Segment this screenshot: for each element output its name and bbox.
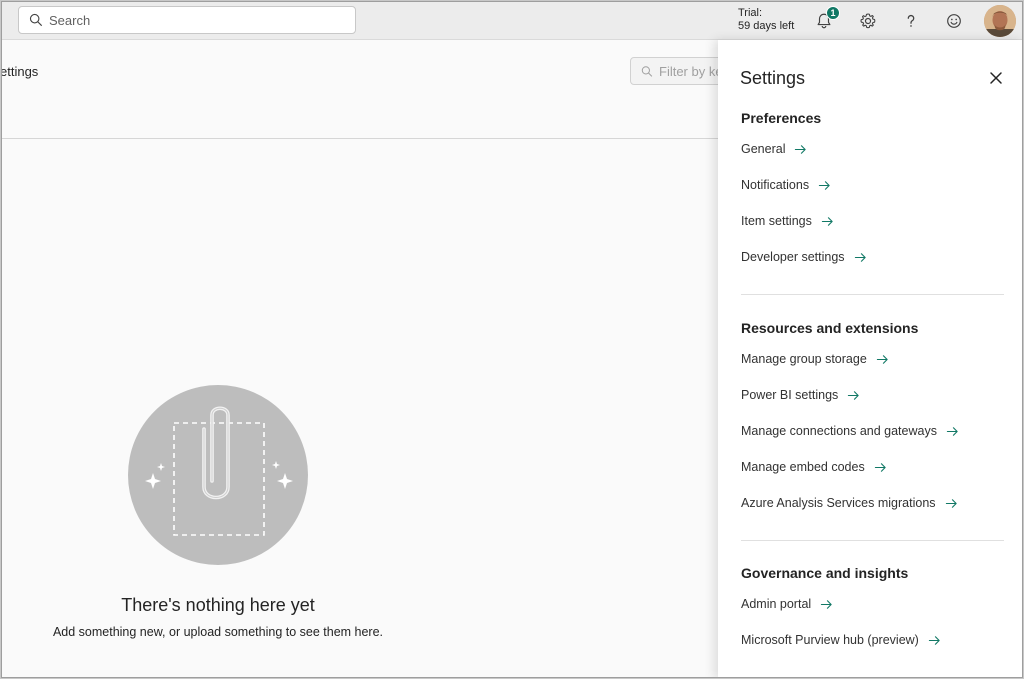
breadcrumb[interactable]: ettings	[2, 64, 38, 79]
link-label: Azure Analysis Services migrations	[741, 496, 936, 510]
link-power-bi-settings[interactable]: Power BI settings	[741, 388, 860, 402]
arrow-right-icon	[821, 216, 833, 226]
empty-state-illustration	[128, 385, 308, 565]
settings-panel-title: Settings	[740, 68, 806, 88]
notification-badge: 1	[826, 6, 840, 20]
settings-button[interactable]	[856, 9, 880, 33]
smiley-icon	[947, 14, 961, 28]
link-label: Manage embed codes	[741, 460, 865, 474]
settings-panel: Settings Preferences General Notificatio…	[718, 40, 1022, 677]
link-label: Microsoft Purview hub (preview)	[741, 633, 919, 647]
trial-label: Trial:	[738, 7, 763, 19]
link-label: Manage group storage	[741, 352, 867, 366]
link-label: Notifications	[741, 178, 810, 192]
link-manage-connections[interactable]: Manage connections and gateways	[741, 424, 959, 438]
avatar-photo	[984, 5, 1016, 37]
link-developer-settings[interactable]: Developer settings	[741, 250, 867, 264]
app-window: Trial: 59 days left 1 ettings	[1, 1, 1023, 678]
resources-heading: Resources and extensions	[741, 320, 919, 336]
trial-status: Trial: 59 days left	[738, 7, 794, 33]
link-notifications[interactable]: Notifications	[741, 178, 831, 192]
link-purview-hub[interactable]: Microsoft Purview hub (preview)	[741, 633, 941, 647]
link-manage-group-storage[interactable]: Manage group storage	[741, 352, 889, 366]
empty-state-subtitle: Add something new, or upload something t…	[52, 625, 384, 639]
link-label: Developer settings	[741, 250, 845, 264]
search-box[interactable]	[18, 6, 356, 34]
gear-icon	[860, 13, 876, 29]
link-item-settings[interactable]: Item settings	[741, 214, 834, 228]
search-input[interactable]	[49, 12, 329, 28]
link-label: Item settings	[741, 214, 812, 228]
search-icon	[641, 65, 653, 77]
link-label: General	[741, 142, 786, 156]
arrow-right-icon	[874, 462, 886, 472]
feedback-button[interactable]	[942, 9, 966, 33]
arrow-right-icon	[848, 390, 859, 400]
link-azure-analysis-migrations[interactable]: Azure Analysis Services migrations	[741, 496, 958, 510]
close-icon[interactable]	[988, 70, 1004, 86]
arrow-right-icon	[854, 252, 866, 262]
link-manage-embed-codes[interactable]: Manage embed codes	[741, 460, 887, 474]
arrow-right-icon	[945, 498, 957, 508]
arrow-right-icon	[795, 144, 807, 154]
link-general[interactable]: General	[741, 142, 807, 156]
user-avatar[interactable]	[984, 5, 1016, 37]
question-mark-icon	[907, 15, 915, 27]
arrow-right-icon	[821, 599, 832, 609]
help-button[interactable]	[899, 9, 923, 33]
link-admin-portal[interactable]: Admin portal	[741, 597, 833, 611]
link-label: Admin portal	[741, 597, 812, 611]
arrow-right-icon	[928, 635, 940, 645]
notifications-button[interactable]: 1	[812, 6, 840, 33]
trial-days-left: 59 days left	[738, 20, 795, 32]
arrow-right-icon	[946, 426, 958, 436]
governance-heading: Governance and insights	[741, 565, 909, 581]
empty-state-title: There's nothing here yet	[121, 595, 315, 615]
section-divider	[741, 540, 1004, 541]
search-icon	[29, 13, 43, 27]
arrow-right-icon	[876, 354, 888, 364]
arrow-right-icon	[818, 180, 830, 190]
link-label: Manage connections and gateways	[741, 424, 937, 438]
section-divider	[741, 294, 1004, 295]
top-bar: Trial: 59 days left 1	[2, 2, 1022, 40]
preferences-heading: Preferences	[741, 110, 822, 126]
link-label: Power BI settings	[741, 388, 839, 402]
